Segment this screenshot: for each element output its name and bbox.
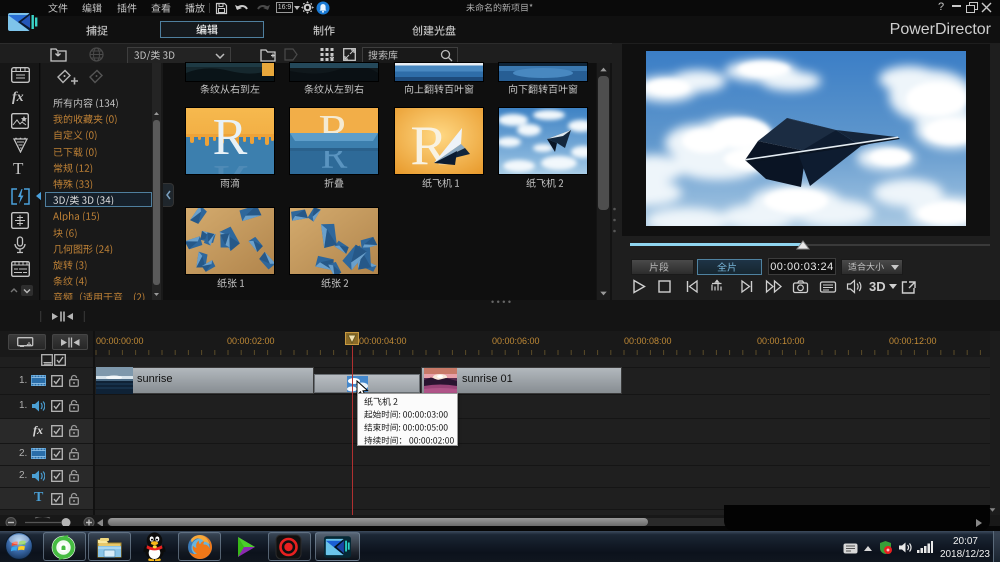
svg-text:R: R (410, 115, 448, 174)
svg-text:R: R (213, 154, 248, 174)
